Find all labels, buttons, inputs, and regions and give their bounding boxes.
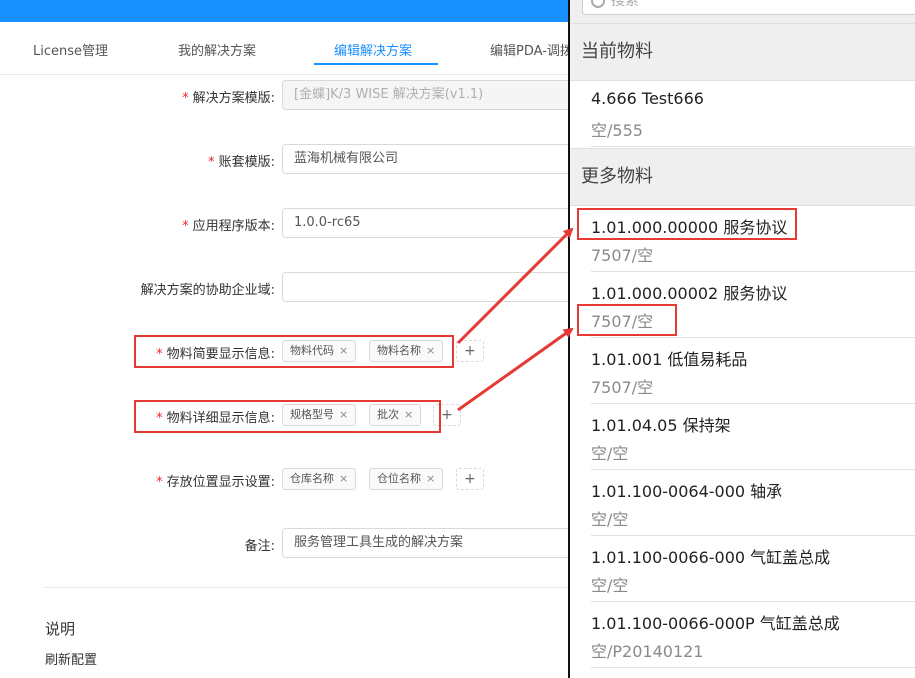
item-sub: 空/555 (591, 121, 643, 140)
section-title: 说明 (45, 620, 76, 638)
form-row-template: * 解决方案模版: [金蝶]K/3 WISE 解决方案(v1.1) (0, 80, 582, 112)
refresh-config-link[interactable]: 刷新配置 (45, 649, 97, 668)
item-sub: 空/空 (591, 576, 629, 595)
tag-label: 仓位名称 (377, 472, 421, 485)
item-title: 1.01.100-0066-000 气缸盖总成 (591, 548, 831, 567)
item-sub: 空/P20140121 (591, 642, 704, 661)
material-panel: 搜索 当前物料 4.666 Test666 空/555 更多物料 1.01.00… (570, 0, 915, 678)
highlight-box-detail (134, 400, 441, 433)
list-item[interactable]: 1.01.04.05 保持架 空/空 (591, 404, 915, 470)
section-divider (44, 587, 570, 588)
template-label-text: 解决方案模版: (192, 91, 275, 106)
location-label-text: 存放位置显示设置: (166, 475, 275, 490)
remark-input[interactable]: 服务管理工具生成的解决方案 (282, 528, 582, 558)
tag-bin-name: 仓位名称 × (369, 468, 444, 490)
more-materials-header: 更多物料 (570, 148, 915, 206)
domain-label: 解决方案的协助企业域: (140, 283, 275, 298)
location-label: * 存放位置显示设置: (156, 471, 275, 490)
form-row-location: * 存放位置显示设置: 仓库名称 × 仓位名称 × + (0, 464, 570, 496)
item-title: 4.666 Test666 (591, 89, 704, 108)
close-icon[interactable]: × (339, 472, 348, 485)
close-icon[interactable]: × (426, 472, 435, 485)
item-title: 1.01.001 低值易耗品 (591, 350, 748, 369)
search-input[interactable]: 搜索 (582, 0, 915, 15)
current-material-item[interactable]: 4.666 Test666 空/555 (591, 81, 915, 147)
version-label-text: 应用程序版本: (192, 219, 275, 234)
required-mark: * (182, 91, 189, 106)
list-item[interactable]: 1.01.100-0066-000P 气缸盖总成 空/P20140121 (591, 602, 915, 668)
top-header-bar (0, 0, 570, 22)
template-select[interactable]: [金蝶]K/3 WISE 解决方案(v1.1) (282, 80, 582, 110)
highlight-box-item-title (577, 208, 797, 240)
required-mark: * (156, 475, 163, 490)
tab-my-solutions[interactable]: 我的解决方案 (178, 40, 256, 59)
required-mark: * (182, 219, 189, 234)
form-row-account: * 账套模版: 蓝海机械有限公司 (0, 144, 582, 176)
item-sub: 空/空 (591, 444, 629, 463)
form-row-remark: 备注: 服务管理工具生成的解决方案 (0, 528, 582, 560)
search-area: 搜索 (570, 0, 915, 24)
version-input[interactable]: 1.0.0-rc65 (282, 208, 582, 238)
item-title: 1.01.04.05 保持架 (591, 416, 731, 435)
domain-input[interactable] (282, 272, 582, 302)
tab-license[interactable]: License管理 (33, 40, 108, 59)
add-brief-tag-button[interactable]: + (456, 340, 484, 362)
search-placeholder: 搜索 (611, 0, 639, 9)
active-tab-indicator (314, 63, 438, 65)
account-label: * 账套模版: (208, 151, 275, 170)
search-icon (591, 0, 605, 8)
tab-bar: License管理 我的解决方案 编辑解决方案 编辑PDA-调拨 (0, 22, 573, 75)
account-input[interactable]: 蓝海机械有限公司 (282, 144, 582, 174)
form-row-version: * 应用程序版本: 1.0.0-rc65 (0, 208, 582, 240)
list-item[interactable]: 1.01.100-0064-000 轴承 空/空 (591, 470, 915, 536)
tag-label: 仓库名称 (290, 472, 334, 485)
item-title: 1.01.000.00002 服务协议 (591, 284, 788, 303)
remark-label: 备注: (244, 539, 275, 554)
list-item[interactable]: 1.01.100-0066-000 气缸盖总成 空/空 (591, 536, 915, 602)
template-label: * 解决方案模版: (182, 87, 275, 106)
list-item[interactable]: 1.01.001 低值易耗品 7507/空 (591, 338, 915, 404)
tab-edit-solution[interactable]: 编辑解决方案 (334, 40, 412, 59)
item-sub: 空/空 (591, 510, 629, 529)
current-material-header: 当前物料 (570, 23, 915, 81)
item-sub: 7507/空 (591, 246, 654, 265)
item-title: 1.01.100-0066-000P 气缸盖总成 (591, 614, 840, 633)
tag-warehouse-name: 仓库名称 × (282, 468, 357, 490)
item-sub: 7507/空 (591, 378, 654, 397)
highlight-box-brief (134, 335, 454, 368)
form-row-domain: 解决方案的协助企业域: (0, 272, 582, 304)
highlight-box-item-sub (577, 304, 677, 336)
required-mark: * (208, 155, 215, 170)
item-title: 1.01.100-0064-000 轴承 (591, 482, 783, 501)
add-location-tag-button[interactable]: + (456, 468, 484, 490)
tab-edit-pda[interactable]: 编辑PDA-调拨 (490, 40, 573, 59)
version-label: * 应用程序版本: (182, 215, 275, 234)
account-label-text: 账套模版: (218, 155, 275, 170)
